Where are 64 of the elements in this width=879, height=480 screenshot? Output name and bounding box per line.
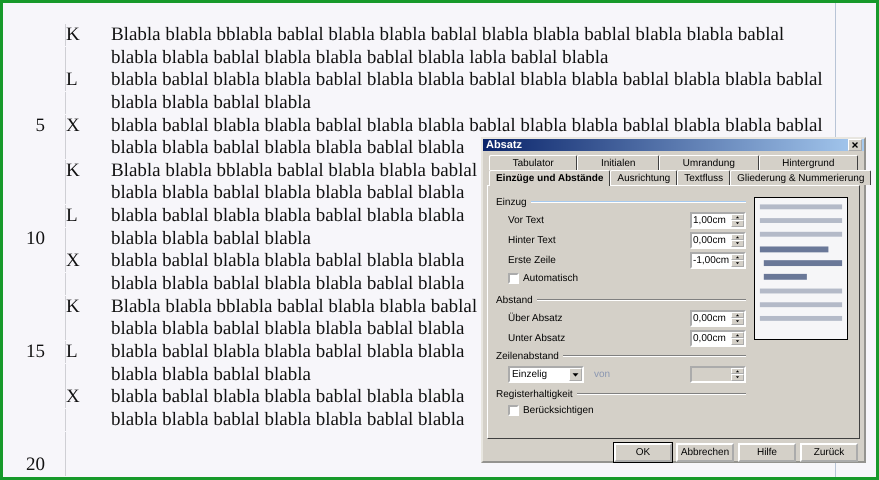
text-line: blabla blabla bablal blabla blabla bablal blabla bbox=[111, 409, 464, 432]
paragraph-marker: L bbox=[66, 205, 78, 228]
group-title: Registerhaltigkeit bbox=[496, 388, 573, 400]
paragraph-marker: K bbox=[66, 24, 80, 46]
paragraph-marker: X bbox=[66, 386, 80, 408]
field-label: Erste Zeile bbox=[508, 254, 556, 266]
paragraph-marker: X bbox=[66, 250, 80, 272]
field-label: Vor Text bbox=[508, 214, 544, 226]
text-line: blabla blabla bablal blabla blabla bablal blabla bbox=[111, 137, 464, 160]
dialog-button[interactable]: OK bbox=[614, 443, 672, 462]
text-line: blabla bablal blabla blabla bablal blabla blabla bablal blabla blabla bablal blabla blabla bablal bbox=[111, 69, 823, 92]
text-line: blabla blabla bablal blabla bbox=[111, 228, 311, 250]
spin-field[interactable]: -1,00cm bbox=[690, 252, 746, 268]
line-number: 5 bbox=[36, 114, 46, 137]
group-title: Einzug bbox=[496, 196, 527, 208]
line-number: 20 bbox=[26, 454, 46, 476]
text-line: blabla bablal blabla blabla bablal blabla blabla bbox=[111, 250, 464, 272]
paragraph-marker: L bbox=[66, 341, 78, 364]
checkbox-label: Berücksichtigen bbox=[523, 404, 594, 416]
spin-field[interactable]: 0,00cm bbox=[690, 330, 746, 346]
paragraph-marker: L bbox=[66, 69, 78, 92]
field-label: Unter Absatz bbox=[508, 332, 566, 344]
tab[interactable]: Hintergrund bbox=[758, 155, 858, 170]
close-icon[interactable] bbox=[848, 139, 862, 151]
group-title: Abstand bbox=[496, 294, 533, 306]
text-line: blabla blabla bablal blabla blabla bablal blabla bbox=[111, 318, 464, 340]
paragraph-marker: K bbox=[66, 160, 80, 182]
text-line: Blabla blabla bblabla bablal blabla blabla bablal bbox=[111, 160, 478, 182]
tab[interactable]: Tabulator bbox=[489, 155, 578, 170]
line-number: 10 bbox=[26, 228, 46, 250]
dialog-button[interactable]: Zurück bbox=[800, 443, 858, 462]
text-line: blabla bablal blabla blabla bablal blabla blabla bbox=[111, 341, 464, 364]
text-line: blabla blabla bablal blabla bbox=[111, 364, 311, 386]
window-title: Absatz bbox=[486, 139, 522, 151]
text-line: blabla bablal blabla blabla bablal blabla blabla bablal blabla blabla bablal blabla blabla bablal bbox=[111, 114, 823, 137]
checkbox[interactable] bbox=[508, 404, 519, 416]
text-line: Blabla blabla bblabla bablal blabla blabla bablal blabla blabla bablal blabla blabla bablal bbox=[111, 24, 784, 46]
tab[interactable]: Gliederung & Nummerierung bbox=[730, 170, 872, 185]
line-number: 15 bbox=[26, 341, 46, 364]
text-line: blabla blabla bablal blabla blabla bablal blabla bbox=[111, 273, 464, 296]
dialog-button[interactable]: Abbrechen bbox=[676, 443, 734, 462]
tab[interactable]: Umrandung bbox=[659, 155, 759, 170]
group-title: Zeilenabstand bbox=[496, 350, 559, 362]
spin-field[interactable]: 0,00cm bbox=[690, 310, 746, 326]
text-line: blabla bablal blabla blabla bablal blabla blabla bbox=[111, 386, 464, 408]
tab[interactable]: Ausrichtung bbox=[610, 170, 678, 185]
tab[interactable]: Initialen bbox=[577, 155, 660, 170]
field-label: von bbox=[594, 368, 612, 380]
tab[interactable]: Einzüge und Abstände bbox=[489, 170, 610, 186]
checkbox-label: Automatisch bbox=[523, 272, 578, 284]
spin-field[interactable]: 0,00cm bbox=[690, 232, 746, 248]
text-line: blabla blabla bablal blabla bbox=[111, 92, 311, 114]
text-line: blabla bablal blabla blabla bablal blabla blabla bbox=[111, 205, 464, 228]
text-line: Blabla blabla bblabla bablal blabla blabla bablal bbox=[111, 296, 478, 318]
spin-field[interactable]: 1,00cm bbox=[690, 212, 746, 228]
paragraph-marker: X bbox=[66, 114, 80, 137]
field-label: Über Absatz bbox=[508, 312, 562, 324]
text-line: blabla blabla bablal blabla blabla bablal blabla labla bablal blabla bbox=[111, 46, 608, 69]
text-line: blabla blabla bablal blabla blabla bablal blabla bbox=[111, 182, 464, 204]
checkbox[interactable] bbox=[508, 272, 519, 284]
field-label: Hinter Text bbox=[508, 234, 556, 246]
tab[interactable]: Textfluss bbox=[677, 170, 730, 185]
paragraph-marker: K bbox=[66, 296, 80, 318]
dialog-button[interactable]: Hilfe bbox=[738, 443, 796, 462]
